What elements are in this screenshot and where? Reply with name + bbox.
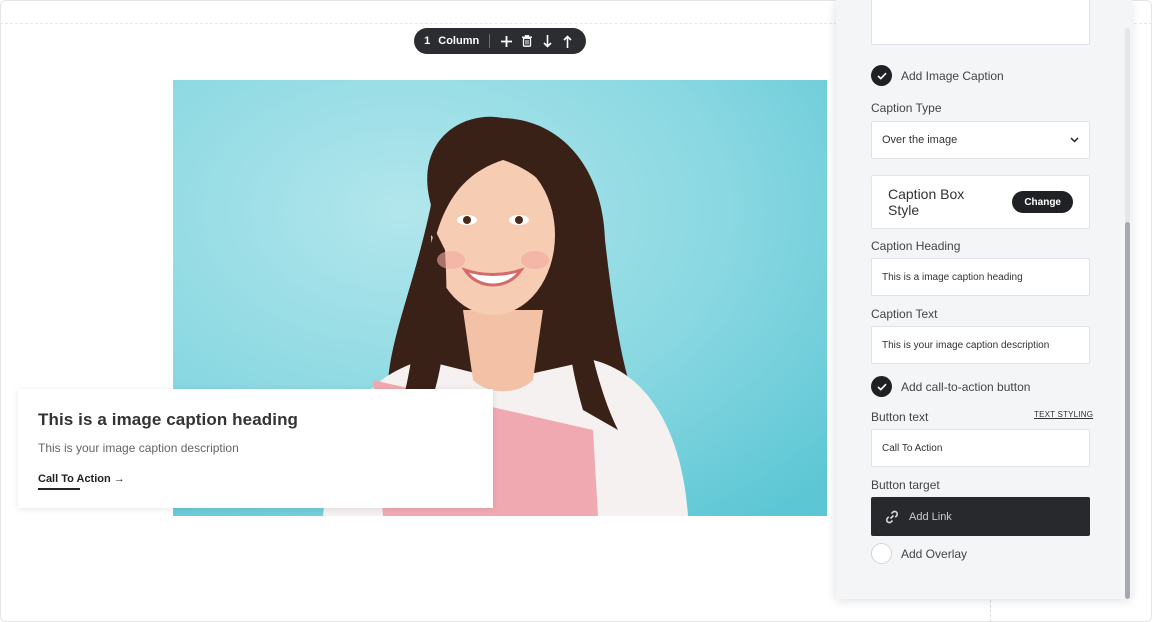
column-toolbar: 1 Column [414, 28, 586, 54]
move-down-button[interactable] [537, 31, 557, 51]
call-to-action-label: Call To Action → [38, 473, 125, 485]
checked-circle-icon [871, 376, 892, 397]
cta-underline [38, 488, 80, 490]
caption-heading-label: Caption Heading [871, 239, 961, 253]
text-styling-link[interactable]: TEXT STYLING [1034, 410, 1093, 419]
add-link-button[interactable]: Add Link [871, 497, 1090, 536]
column-label[interactable]: Column [438, 35, 479, 47]
caption-description: This is your image caption description [38, 441, 239, 455]
button-text-label: Button text [871, 410, 929, 424]
unchecked-circle-icon [871, 543, 892, 564]
caption-heading: This is a image caption heading [38, 410, 299, 429]
caption-type-value: Over the image [882, 134, 958, 146]
add-link-label: Add Link [909, 510, 952, 523]
add-image-caption-label: Add Image Caption [901, 68, 1004, 83]
caption-type-select[interactable]: Over the image [871, 121, 1090, 159]
arrow-down-icon [543, 34, 552, 48]
change-style-button[interactable]: Change [1012, 191, 1073, 213]
add-overlay-toggle[interactable]: Add Overlay [871, 543, 967, 564]
button-target-label: Button target [871, 478, 940, 492]
image-caption-box[interactable]: This is a image caption heading This is … [18, 389, 493, 508]
caption-text-input[interactable]: This is your image caption description [871, 326, 1090, 364]
plus-icon [500, 35, 512, 47]
add-cta-label: Add call-to-action button [901, 379, 1031, 394]
column-guide-line [990, 595, 991, 622]
arrow-up-icon [563, 34, 572, 48]
caption-box-style-row: Caption Box Style Change [871, 175, 1090, 229]
caption-text-label: Caption Text [871, 307, 938, 321]
panel-scrollbar-thumb[interactable] [1125, 222, 1130, 599]
add-image-caption-toggle[interactable]: Add Image Caption [871, 65, 1004, 86]
trash-icon [521, 35, 532, 47]
toolbar-divider [489, 34, 491, 48]
move-up-button[interactable] [558, 31, 578, 51]
caption-box-style-label: Caption Box Style [888, 186, 965, 218]
caption-type-label: Caption Type [871, 101, 942, 115]
caption-heading-input[interactable]: This is a image caption heading [871, 258, 1090, 296]
delete-column-button[interactable] [517, 31, 537, 51]
add-overlay-label: Add Overlay [901, 546, 968, 561]
previous-field[interactable] [871, 0, 1090, 45]
link-icon [885, 510, 899, 523]
add-column-button[interactable] [496, 31, 516, 51]
button-text-input[interactable]: Call To Action [871, 429, 1090, 467]
call-to-action-link[interactable]: Call To Action → [38, 473, 125, 490]
chevron-down-icon [1070, 137, 1079, 143]
checked-circle-icon [871, 65, 892, 86]
add-cta-toggle[interactable]: Add call-to-action button [871, 376, 1030, 397]
column-count: 1 [424, 35, 431, 47]
